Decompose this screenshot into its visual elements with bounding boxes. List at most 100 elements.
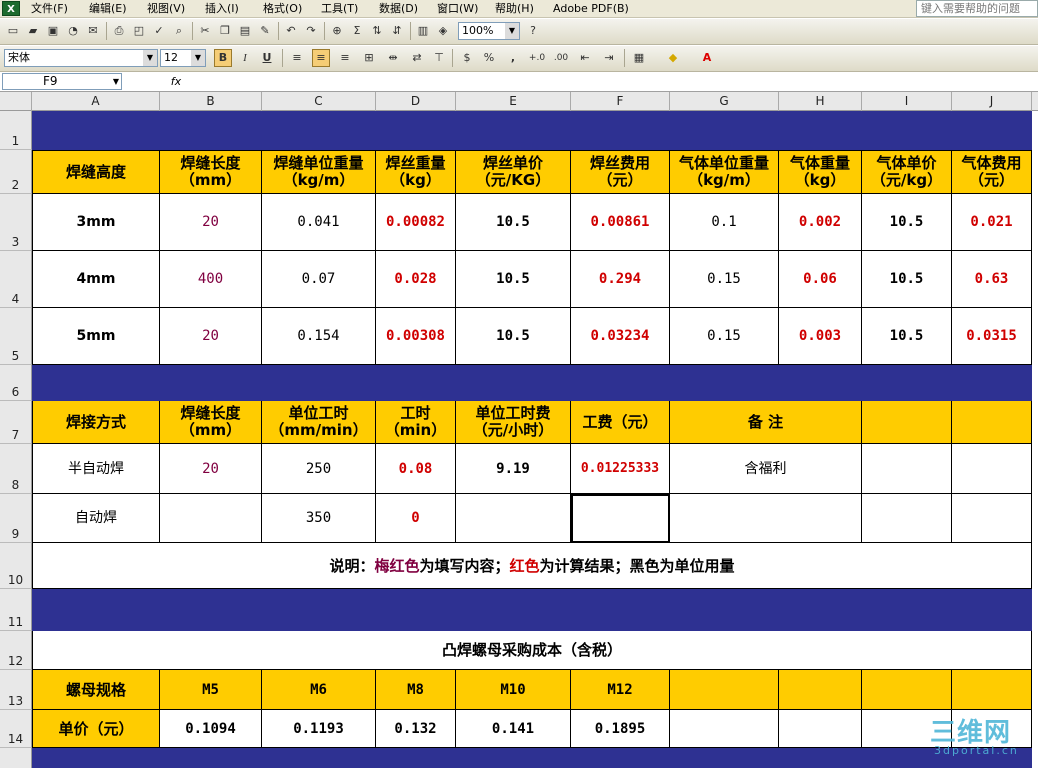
row-header-4[interactable]: 4: [0, 251, 32, 308]
zoom-select[interactable]: 100% ▼: [458, 22, 520, 40]
print-preview-icon[interactable]: ◰: [130, 22, 148, 40]
cell-j13[interactable]: [952, 670, 1032, 710]
cell-g14[interactable]: [670, 710, 779, 748]
permission-icon[interactable]: ◔: [64, 22, 82, 40]
cell-a3[interactable]: 3mm: [32, 194, 160, 251]
text-direction-icon[interactable]: ⇄: [408, 49, 426, 67]
help-icon[interactable]: ?: [524, 22, 542, 40]
cell-b8[interactable]: 20: [160, 444, 262, 494]
row-header-8[interactable]: 8: [0, 444, 32, 494]
header-wire-cost[interactable]: 焊丝费用 （元）: [571, 150, 670, 194]
menu-edit[interactable]: 编辑(E): [89, 0, 127, 18]
cell-i9[interactable]: [862, 494, 952, 543]
header-weld-unit-weight[interactable]: 焊缝单位重量 （kg/m）: [262, 150, 376, 194]
help-search-input[interactable]: 键入需要帮助的问题: [916, 0, 1038, 17]
header-work-time[interactable]: 工时 （min）: [376, 401, 456, 444]
menu-format[interactable]: 格式(O): [263, 0, 302, 18]
column-header-b[interactable]: B: [160, 92, 262, 111]
name-box[interactable]: F9 ▼: [2, 73, 122, 90]
cell-j8[interactable]: [952, 444, 1032, 494]
header-weld-length[interactable]: 焊缝长度 （mm）: [160, 150, 262, 194]
column-header-g[interactable]: G: [670, 92, 779, 111]
bold-button[interactable]: B: [214, 49, 232, 67]
column-header-i[interactable]: I: [862, 92, 952, 111]
header-remarks[interactable]: 备 注: [670, 401, 862, 444]
price-m8[interactable]: 0.132: [376, 710, 456, 748]
header-weld-length-2[interactable]: 焊缝长度 （mm）: [160, 401, 262, 444]
new-icon[interactable]: ▭: [4, 22, 22, 40]
comma-button[interactable]: ,: [504, 49, 522, 67]
cell-g3[interactable]: 0.1: [670, 194, 779, 251]
cut-icon[interactable]: ✂: [196, 22, 214, 40]
legend-note[interactable]: 说明： 梅红色 为填写内容； 红色 为计算结果；黑色为单位用量: [32, 543, 1032, 589]
cell-e4[interactable]: 10.5: [456, 251, 571, 308]
cell-h13[interactable]: [779, 670, 862, 710]
spelling-icon[interactable]: ✓: [150, 22, 168, 40]
cell-d3[interactable]: 0.00082: [376, 194, 456, 251]
merge-center-icon[interactable]: ⊞: [360, 49, 378, 67]
cell-i13[interactable]: [862, 670, 952, 710]
sort-descending-icon[interactable]: ⇵: [388, 22, 406, 40]
header-unit-price[interactable]: 单价（元）: [32, 710, 160, 748]
cell-g13[interactable]: [670, 670, 779, 710]
hyperlink-icon[interactable]: ⊕: [328, 22, 346, 40]
column-header-f[interactable]: F: [571, 92, 670, 111]
cell-j9[interactable]: [952, 494, 1032, 543]
column-header-d[interactable]: D: [376, 92, 456, 111]
cell-g5[interactable]: 0.15: [670, 308, 779, 365]
cell-b5[interactable]: 20: [160, 308, 262, 365]
menu-insert[interactable]: 插入(I): [205, 0, 239, 18]
copy-icon[interactable]: ❐: [216, 22, 234, 40]
cell-f3[interactable]: 0.00861: [571, 194, 670, 251]
price-m6[interactable]: 0.1193: [262, 710, 376, 748]
menu-window[interactable]: 窗口(W): [437, 0, 478, 18]
align-left-icon[interactable]: ≡: [288, 49, 306, 67]
cell-h14[interactable]: [779, 710, 862, 748]
spec-m6[interactable]: M6: [262, 670, 376, 710]
font-color-icon[interactable]: A: [698, 49, 716, 67]
distributed-icon[interactable]: ⇹: [384, 49, 402, 67]
cell-c8[interactable]: 250: [262, 444, 376, 494]
cell-a9[interactable]: 自动焊: [32, 494, 160, 543]
currency-icon[interactable]: $: [458, 49, 476, 67]
row-header-1[interactable]: 1: [0, 111, 32, 150]
row-header-14[interactable]: 14: [0, 710, 32, 748]
header-wire-weight[interactable]: 焊丝重量 （kg）: [376, 150, 456, 194]
cell-c9[interactable]: 350: [262, 494, 376, 543]
spec-m12[interactable]: M12: [571, 670, 670, 710]
select-all-corner[interactable]: [0, 92, 32, 111]
italic-button[interactable]: I: [236, 49, 254, 67]
column-header-c[interactable]: C: [262, 92, 376, 111]
spec-m8[interactable]: M8: [376, 670, 456, 710]
row-header-3[interactable]: 3: [0, 194, 32, 251]
cell-e9[interactable]: [456, 494, 571, 543]
phonetic-icon[interactable]: ⊤: [430, 49, 448, 67]
header-nut-spec[interactable]: 螺母规格: [32, 670, 160, 710]
save-icon[interactable]: ▣: [44, 22, 62, 40]
borders-icon[interactable]: ▦: [630, 49, 648, 67]
cell-j4[interactable]: 0.63: [952, 251, 1032, 308]
cell-a8[interactable]: 半自动焊: [32, 444, 160, 494]
column-header-e[interactable]: E: [456, 92, 571, 111]
cell-f9-selected[interactable]: [571, 494, 670, 543]
format-painter-icon[interactable]: ✎: [256, 22, 274, 40]
drawing-icon[interactable]: ◈: [434, 22, 452, 40]
menu-adobe-pdf[interactable]: Adobe PDF(B): [553, 0, 629, 18]
decrease-indent-icon[interactable]: ⇤: [576, 49, 594, 67]
percent-button[interactable]: %: [480, 49, 498, 67]
price-m12[interactable]: 0.1895: [571, 710, 670, 748]
cell-b3[interactable]: 20: [160, 194, 262, 251]
header-unit-labor-rate[interactable]: 单位工时费 （元/小时）: [456, 401, 571, 444]
cell-i4[interactable]: 10.5: [862, 251, 952, 308]
font-size-select[interactable]: 12 ▼: [160, 49, 206, 67]
underline-button[interactable]: U: [258, 49, 276, 67]
row-header-13[interactable]: 13: [0, 670, 32, 710]
cell-j7[interactable]: [952, 401, 1032, 444]
header-gas-unit-price[interactable]: 气体单价 （元/kg）: [862, 150, 952, 194]
cell-i5[interactable]: 10.5: [862, 308, 952, 365]
cell-f4[interactable]: 0.294: [571, 251, 670, 308]
open-icon[interactable]: ▰: [24, 22, 42, 40]
column-header-h[interactable]: H: [779, 92, 862, 111]
column-header-a[interactable]: A: [32, 92, 160, 111]
cell-f5[interactable]: 0.03234: [571, 308, 670, 365]
